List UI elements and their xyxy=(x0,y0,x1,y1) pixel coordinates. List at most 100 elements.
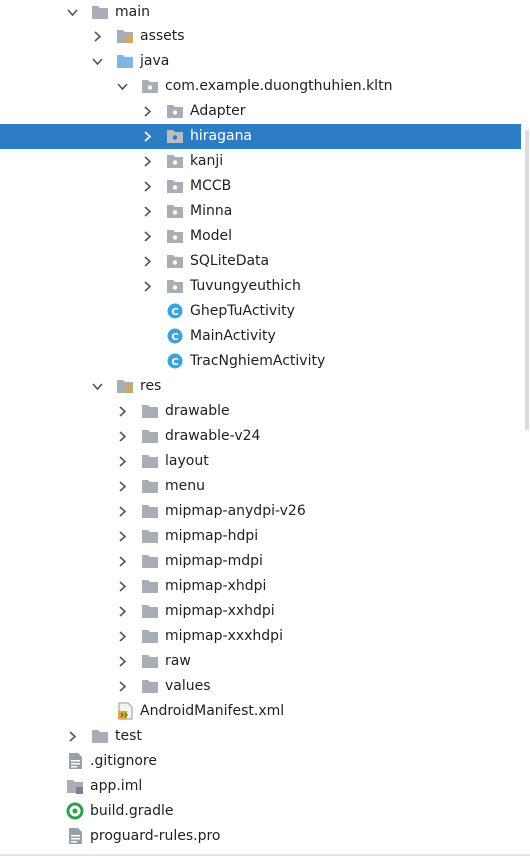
tree-row-mipmap-mdpi[interactable]: mipmap-mdpi xyxy=(0,549,530,574)
tree-label: GhepTuActivity xyxy=(190,303,295,319)
folder-icon xyxy=(141,577,159,595)
tree-row-model[interactable]: Model xyxy=(0,224,530,249)
chevron-right-icon[interactable] xyxy=(141,205,154,218)
tree-label: kanji xyxy=(190,153,224,169)
class-icon: C xyxy=(166,327,184,345)
chevron-right-icon[interactable] xyxy=(116,630,129,643)
tree-row-mccb[interactable]: MCCB xyxy=(0,174,530,199)
tree-row-mipmap-xhdpi[interactable]: mipmap-xhdpi xyxy=(0,574,530,599)
tree-row-adapter[interactable]: Adapter xyxy=(0,99,530,124)
chevron-right-icon[interactable] xyxy=(66,730,79,743)
project-tree: main assets java com.example.duongthuhie… xyxy=(0,0,530,856)
folder-icon xyxy=(141,427,159,445)
folder-icon xyxy=(141,452,159,470)
tree-row-drawable[interactable]: drawable xyxy=(0,399,530,424)
chevron-right-icon[interactable] xyxy=(116,480,129,493)
tree-row-layout[interactable]: layout xyxy=(0,449,530,474)
tree-label: SQLiteData xyxy=(190,253,270,269)
tree-row-hiragana[interactable]: hiragana xyxy=(0,124,530,149)
tree-label: TracNghiemActivity xyxy=(190,353,326,369)
file-icon xyxy=(66,752,84,770)
chevron-right-icon[interactable] xyxy=(91,30,104,43)
resource-folder-icon xyxy=(116,27,134,45)
tree-row-gitignore[interactable]: .gitignore xyxy=(0,749,530,774)
tree-label: assets xyxy=(140,28,185,44)
tree-row-values[interactable]: values xyxy=(0,674,530,699)
tree-row-tuvungyeuthich[interactable]: Tuvungyeuthich xyxy=(0,274,530,299)
tree-label: proguard-rules.pro xyxy=(90,828,221,844)
source-folder-icon xyxy=(116,52,134,70)
tree-label: MCCB xyxy=(190,178,232,194)
vertical-scrollbar[interactable] xyxy=(521,0,530,430)
tree-row-assets[interactable]: assets xyxy=(0,24,530,49)
chevron-right-icon[interactable] xyxy=(141,280,154,293)
chevron-right-icon[interactable] xyxy=(141,130,154,143)
tree-label: mipmap-xhdpi xyxy=(165,578,267,594)
chevron-down-icon[interactable] xyxy=(66,6,79,19)
tree-row-drawable-v24[interactable]: drawable-v24 xyxy=(0,424,530,449)
folder-icon xyxy=(91,727,109,745)
resource-folder-icon xyxy=(116,377,134,395)
chevron-right-icon[interactable] xyxy=(141,155,154,168)
class-icon: C xyxy=(166,352,184,370)
tree-row-mipmap-anydpi-v26[interactable]: mipmap-anydpi-v26 xyxy=(0,499,530,524)
tree-label: menu xyxy=(165,478,205,494)
tree-row-raw[interactable]: raw xyxy=(0,649,530,674)
tree-row-mainactivity[interactable]: C MainActivity xyxy=(0,324,530,349)
tree-label: app.iml xyxy=(90,778,143,794)
tree-row-mipmap-xxhdpi[interactable]: mipmap-xxhdpi xyxy=(0,599,530,624)
tree-label: AndroidManifest.xml xyxy=(140,703,285,719)
tree-row-proguard[interactable]: proguard-rules.pro xyxy=(0,824,530,849)
chevron-right-icon[interactable] xyxy=(116,405,129,418)
chevron-down-icon[interactable] xyxy=(116,80,129,93)
chevron-right-icon[interactable] xyxy=(141,230,154,243)
chevron-right-icon[interactable] xyxy=(116,655,129,668)
tree-row-kanji[interactable]: kanji xyxy=(0,149,530,174)
svg-text:C: C xyxy=(171,332,178,343)
tree-label: layout xyxy=(165,453,209,469)
tree-label: com.example.duongthuhien.kltn xyxy=(165,78,393,94)
tree-label: test xyxy=(115,728,142,744)
tree-row-mipmap-hdpi[interactable]: mipmap-hdpi xyxy=(0,524,530,549)
chevron-right-icon[interactable] xyxy=(116,605,129,618)
chevron-right-icon[interactable] xyxy=(141,255,154,268)
chevron-down-icon[interactable] xyxy=(91,380,104,393)
chevron-down-icon[interactable] xyxy=(91,55,104,68)
package-icon xyxy=(141,77,159,95)
tree-row-package[interactable]: com.example.duongthuhien.kltn xyxy=(0,74,530,99)
tree-row-java[interactable]: java xyxy=(0,49,530,74)
tree-row-app-iml[interactable]: app.iml xyxy=(0,774,530,799)
chevron-right-icon[interactable] xyxy=(116,430,129,443)
tree-row-minna[interactable]: Minna xyxy=(0,199,530,224)
folder-icon xyxy=(141,402,159,420)
tree-label: res xyxy=(140,378,162,394)
chevron-right-icon[interactable] xyxy=(141,105,154,118)
chevron-right-icon[interactable] xyxy=(116,530,129,543)
tree-row-mipmap-xxxhdpi[interactable]: mipmap-xxxhdpi xyxy=(0,624,530,649)
folder-icon xyxy=(141,502,159,520)
tree-row-gheptuactivity[interactable]: C GhepTuActivity xyxy=(0,299,530,324)
gradle-icon xyxy=(66,802,84,820)
tree-label: main xyxy=(115,4,150,20)
folder-icon xyxy=(141,477,159,495)
chevron-right-icon[interactable] xyxy=(116,505,129,518)
chevron-right-icon[interactable] xyxy=(116,555,129,568)
tree-row-androidmanifest[interactable]: AndroidManifest.xml xyxy=(0,699,530,724)
chevron-right-icon[interactable] xyxy=(141,180,154,193)
chevron-right-icon[interactable] xyxy=(116,580,129,593)
tree-row-res[interactable]: res xyxy=(0,374,530,399)
tree-row-menu[interactable]: menu xyxy=(0,474,530,499)
file-icon xyxy=(66,827,84,845)
tree-row-main[interactable]: main xyxy=(0,0,530,25)
manifest-icon xyxy=(116,702,134,720)
package-icon xyxy=(166,177,184,195)
scrollbar-thumb[interactable] xyxy=(525,130,529,430)
package-icon xyxy=(166,277,184,295)
chevron-right-icon[interactable] xyxy=(116,455,129,468)
tree-row-tracnghiemactivity[interactable]: C TracNghiemActivity xyxy=(0,349,530,374)
tree-row-test[interactable]: test xyxy=(0,724,530,749)
chevron-right-icon[interactable] xyxy=(116,680,129,693)
tree-row-sqlitedata[interactable]: SQLiteData xyxy=(0,249,530,274)
package-icon xyxy=(166,152,184,170)
tree-row-build-gradle[interactable]: build.gradle xyxy=(0,799,530,824)
